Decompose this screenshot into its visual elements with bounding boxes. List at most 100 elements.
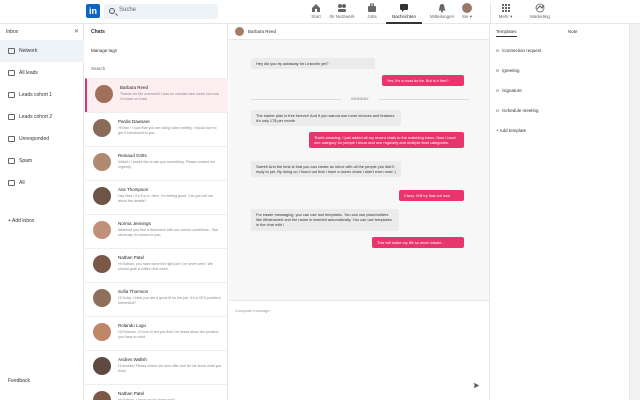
chat-list-item[interactable]: Andres Wallsh Hi Andres! Please check our… — [85, 350, 228, 384]
avatar — [462, 3, 472, 13]
folder-icon — [8, 136, 15, 142]
folder-network[interactable]: Network — [0, 40, 84, 62]
message-outgoing: Crazy. Will try that out now — [399, 190, 464, 202]
add-template-button[interactable]: + Add template — [496, 128, 526, 133]
folder-icon — [8, 70, 15, 76]
feedback-link[interactable]: Feedback — [8, 378, 30, 384]
network-icon — [338, 4, 346, 12]
nav-me[interactable]: Sie ▾ — [452, 2, 482, 24]
folder-leads-cohort-1[interactable]: Leads cohort 1 — [0, 84, 84, 106]
chat-contact-name: Norma Jennings — [118, 221, 151, 226]
message-incoming: The starter plan is free forever! And if… — [251, 110, 401, 127]
chat-preview: InMail • I would like to ask you somethi… — [118, 160, 216, 169]
chat-preview: Hi Sofia, I think you are a great fit fo… — [118, 296, 221, 305]
tab-templates[interactable]: Templates — [496, 29, 517, 37]
chat-list-item[interactable]: Reinaud Gritts InMail • I would like to a… — [85, 146, 228, 180]
chat-contact-name: Nathan Patel — [118, 255, 145, 260]
template-item[interactable]: ⊳/greeting — [496, 68, 520, 74]
folder-all-leads[interactable]: All leads — [0, 62, 84, 84]
inbox-sidebar: Inbox ✕ Network All leads Leads cohort 1… — [0, 24, 84, 400]
message-incoming: Sweet! And the best is that you can crea… — [251, 161, 401, 178]
folder-leads-cohort-2[interactable]: Leads cohort 2 — [0, 106, 84, 128]
message-outgoing: This will make my life so much easier... — [372, 237, 464, 249]
message-outgoing: Yes, it's a must do for. But is it free? — [382, 75, 464, 87]
chat-list-item[interactable]: Ava Thompson Hey Max ! It's 5 p.m. here, … — [85, 180, 228, 214]
chat-search-input[interactable]: Search — [91, 66, 105, 71]
chat-list-item[interactable]: Barbara Reed Thanks for the comment! I wa… — [85, 78, 228, 112]
chat-contact-name: Nathan Patel — [118, 391, 145, 396]
date-separator: MONDAY — [229, 96, 489, 102]
avatar — [93, 357, 111, 375]
template-item[interactable]: ⊳/signature — [496, 88, 522, 94]
tab-note[interactable]: Note — [568, 29, 578, 34]
avatar — [93, 153, 111, 171]
chat-list-item[interactable]: Nathan Patel Hi Nathan, you have done the… — [85, 248, 228, 282]
avatar — [235, 27, 244, 36]
folder-icon — [8, 158, 15, 164]
chat-contact-name: Reinaud Gritts — [118, 153, 147, 158]
linkedin-logo[interactable]: in — [86, 4, 100, 18]
nav-more[interactable]: Mehr ▾ — [490, 2, 520, 24]
avatar — [95, 85, 113, 103]
home-icon — [312, 4, 320, 12]
chat-preview: Thanks for the comment! I was on vacatio… — [120, 92, 220, 101]
add-inbox-button[interactable]: + Add inbox — [8, 218, 34, 224]
folder-icon — [8, 92, 15, 98]
marketing-icon — [535, 3, 545, 13]
chat-list-panel: Chats Manage tags Search Barbara Reed Tha… — [85, 24, 228, 400]
search-bar[interactable]: Suche — [104, 4, 218, 19]
scrollbar[interactable] — [629, 24, 640, 400]
template-item[interactable]: ⊳/schedule meeting — [496, 108, 539, 114]
avatar — [93, 187, 111, 205]
avatar — [93, 391, 111, 400]
divider — [251, 99, 341, 100]
divider — [379, 99, 469, 100]
chat-contact-name: Ava Thompson — [118, 187, 149, 192]
bell-icon — [438, 4, 446, 13]
chat-preview: Hi Andres! Please check our new offer an… — [118, 364, 222, 373]
message-outgoing: That's amazing. I just added all my rece… — [309, 132, 464, 149]
avatar — [93, 323, 111, 341]
manage-tags-button[interactable]: Manage tags — [91, 48, 117, 53]
conversation-header: Barbara Reed — [229, 24, 489, 40]
contact-name[interactable]: Barbara Reed — [248, 29, 276, 34]
templates-panel: Templates Note ⊳/connection request ⊳/gr… — [489, 24, 629, 400]
chat-list-item[interactable]: Nathan Patel Hi Nathan, I hope you're doi… — [85, 384, 228, 400]
folder-all[interactable]: All — [0, 172, 84, 194]
avatar — [93, 289, 111, 307]
folder-spam[interactable]: Spam — [0, 150, 84, 172]
messaging-icon — [400, 4, 408, 12]
compose-input[interactable]: Compose message... — [235, 308, 273, 313]
chat-preview: Hi Nathan, you have done the right job! … — [118, 262, 213, 271]
top-navigation: in Suche Start Ihr Netzwerk Jobs Nachric… — [0, 0, 640, 24]
chat-preview: Hi Max ! I saw that you are doing video … — [118, 126, 217, 135]
chat-list-item[interactable]: Rolando Lugo Hi Rolando, I'd love to tell… — [85, 316, 228, 350]
compose-box[interactable]: Compose message... — [229, 300, 489, 400]
folder-unresponded[interactable]: Unresponded — [0, 128, 84, 150]
nav-messaging[interactable]: Nachrichten — [386, 2, 422, 24]
chat-list-item[interactable]: Norma Jennings Attached you find a docume… — [85, 214, 228, 248]
nav-jobs[interactable]: Jobs — [354, 2, 390, 24]
conversation-panel: Barbara Reed Hey did you try addaway for… — [229, 24, 489, 400]
search-icon — [109, 8, 115, 14]
message-incoming: Hey did you try addaway for LinkedIn yet… — [251, 58, 375, 70]
search-placeholder: Suche — [119, 7, 137, 13]
inbox-header: Inbox — [6, 29, 19, 35]
close-icon[interactable]: ✕ — [74, 28, 79, 35]
chat-contact-name: Andres Wallsh — [118, 357, 147, 362]
avatar — [93, 255, 111, 273]
chat-list-item[interactable]: Pardis Dawsare Hi Max ! I saw that you ar… — [85, 112, 228, 146]
folder-icon — [8, 180, 15, 186]
folder-icon — [8, 114, 15, 120]
chat-list-item[interactable]: Sofia Thomson Hi Sofia, I think you are a… — [85, 282, 228, 316]
nav-marketing[interactable]: Marketing — [522, 2, 558, 24]
chats-title: Chats — [91, 29, 105, 35]
chat-preview: Hi Rolando, I'd love to tell you that I'… — [118, 330, 219, 339]
send-icon[interactable] — [473, 382, 480, 389]
message-incoming: For easier messaging, you can use tool t… — [251, 209, 399, 231]
chat-preview: Hey Max ! It's 5 p.m. here, I'm feeling … — [118, 194, 214, 203]
chat-contact-name: Sofia Thomson — [118, 289, 149, 294]
template-item[interactable]: ⊳/connection request — [496, 48, 541, 54]
avatar — [93, 119, 111, 137]
grid-icon — [501, 4, 510, 12]
